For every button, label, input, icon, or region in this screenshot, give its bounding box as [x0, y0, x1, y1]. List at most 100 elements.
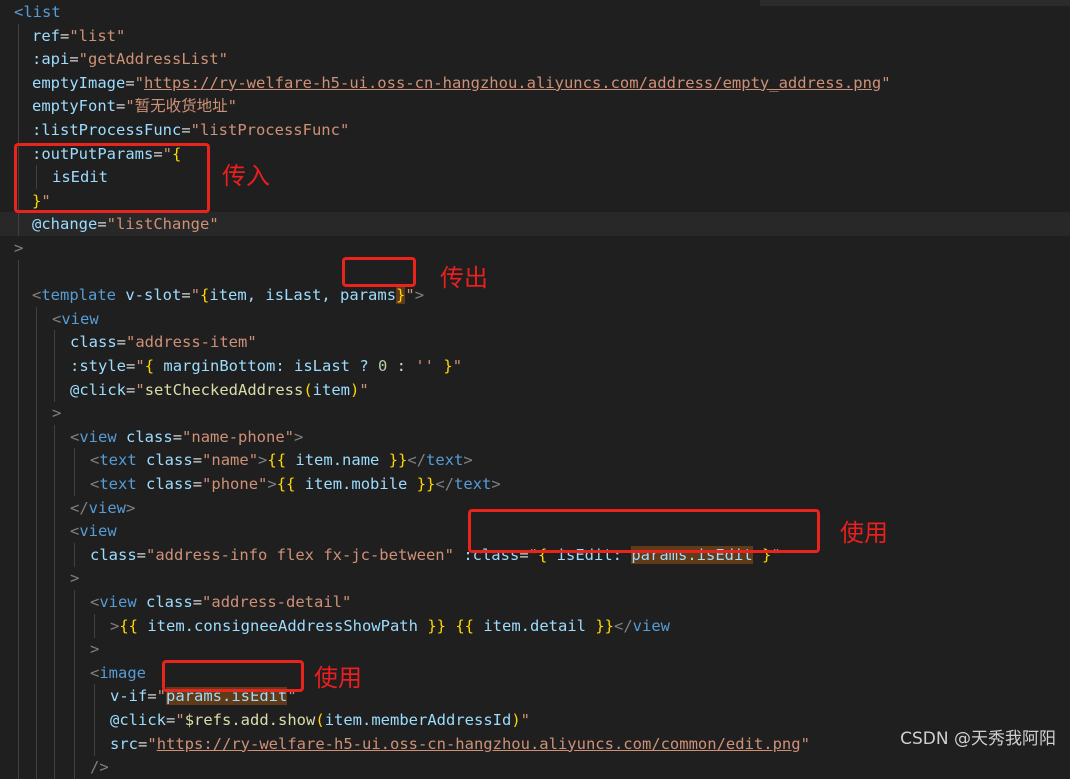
- code-token: list: [23, 3, 61, 21]
- indent-guide: [36, 330, 37, 355]
- indent-guide: [18, 306, 19, 331]
- code-token: <: [52, 309, 62, 328]
- code-token: class: [90, 545, 137, 564]
- code-text: @change="listChange": [32, 212, 219, 236]
- code-line[interactable]: <text class="name">{{ item.name }}</text…: [0, 448, 1070, 473]
- indent-guide: [74, 590, 75, 614]
- code-token: item.consigneeAddressShowPath: [138, 616, 428, 635]
- indent-guide: [36, 566, 37, 591]
- highlight-box-params: [342, 257, 416, 287]
- code-text: <text class="phone">{{ item.mobile }}</t…: [90, 472, 501, 496]
- code-line[interactable]: >: [0, 637, 1070, 662]
- code-text: >: [52, 401, 61, 425]
- code-line[interactable]: <list: [0, 0, 1070, 24]
- code-token: "phone": [202, 475, 268, 493]
- indent-guide: [94, 684, 95, 709]
- code-token: =: [136, 545, 147, 564]
- code-line[interactable]: />: [0, 755, 1070, 779]
- code-line[interactable]: :api="getAddressList": [0, 47, 1070, 72]
- code-text: >: [14, 236, 23, 260]
- code-text: />: [90, 755, 109, 779]
- code-token: >: [14, 239, 24, 257]
- code-token: =: [125, 73, 135, 92]
- code-text: </view>: [70, 496, 135, 520]
- code-text: >: [70, 566, 79, 590]
- indent-guide: [18, 755, 19, 779]
- indent-guide: [54, 424, 55, 449]
- code-line[interactable]: >: [0, 236, 1070, 260]
- code-line[interactable]: ref="list": [0, 23, 1070, 48]
- code-token: (: [303, 380, 313, 399]
- code-token: setCheckedAddress: [144, 380, 304, 399]
- code-text: src="https://ry-welfare-h5-ui.oss-cn-han…: [110, 732, 810, 756]
- code-token: <: [90, 475, 100, 493]
- code-line[interactable]: <text class="phone">{{ item.mobile }}</t…: [0, 472, 1070, 496]
- code-token: >: [414, 286, 425, 305]
- indent-guide: [36, 519, 37, 544]
- indent-guide: [18, 660, 19, 685]
- indent-guide: [18, 94, 19, 119]
- indent-guide: [18, 354, 19, 378]
- code-line[interactable]: <view: [0, 306, 1070, 331]
- code-token: "address-info flex fx-jc-between": [146, 545, 454, 564]
- code-token: }}: [595, 616, 614, 635]
- code-line[interactable]: :listProcessFunc="listProcessFunc": [0, 118, 1070, 142]
- code-line[interactable]: <view class="address-detail": [0, 590, 1070, 614]
- code-line[interactable]: [0, 259, 1070, 284]
- indent-guide: [54, 377, 55, 402]
- code-line[interactable]: >{{ item.consigneeAddressShowPath }} {{ …: [0, 613, 1070, 638]
- code-line[interactable]: >: [0, 401, 1070, 426]
- indent-guide: [18, 23, 19, 48]
- code-token: >: [258, 451, 268, 470]
- code-token: ": [135, 357, 145, 375]
- code-text: @click="setCheckedAddress(item)": [70, 378, 369, 402]
- code-editor[interactable]: <list ref="list":api="getAddressList" empt…: [0, 0, 1070, 779]
- indent-guide: [36, 354, 37, 378]
- indent-guide: [54, 519, 55, 544]
- code-line[interactable]: >: [0, 566, 1070, 591]
- code-token: "address-detail": [202, 593, 352, 611]
- code-text: :listProcessFunc="listProcessFunc": [32, 118, 349, 142]
- code-token: "name-phone": [182, 427, 295, 446]
- indent-guide: [74, 755, 75, 779]
- code-token: view: [61, 309, 99, 328]
- code-line[interactable]: @click="setCheckedAddress(item)": [0, 377, 1070, 402]
- code-token: ): [350, 380, 360, 399]
- indent-guide: [54, 354, 55, 378]
- code-token: ref: [32, 26, 60, 45]
- code-token: item.memberAddressId: [324, 711, 512, 729]
- code-line[interactable]: <view class="name-phone">: [0, 424, 1070, 449]
- code-token: =: [126, 357, 136, 375]
- code-text: <list: [14, 0, 61, 24]
- indent-guide: [18, 47, 19, 72]
- indent-guide: [18, 731, 19, 756]
- code-token: view: [79, 427, 117, 446]
- code-line[interactable]: <image: [0, 660, 1070, 685]
- code-line[interactable]: class="address-item": [0, 330, 1070, 355]
- indent-guide: [18, 613, 19, 638]
- highlight-box-vif: [162, 660, 304, 692]
- code-token: item, isLast,: [209, 286, 341, 305]
- code-token: >: [267, 475, 277, 493]
- code-token: />: [90, 758, 109, 777]
- indent-guide: [18, 259, 19, 284]
- code-line[interactable]: v-if="params.isEdit": [0, 684, 1070, 709]
- indent-guide: [74, 613, 75, 638]
- code-line[interactable]: emptyImage="https://ry-welfare-h5-ui.oss…: [0, 70, 1070, 95]
- code-line[interactable]: :style="{ marginBottom: isLast ? 0 : '' …: [0, 354, 1070, 378]
- code-line[interactable]: <template v-slot="{item, isLast, params}…: [0, 283, 1070, 308]
- code-token: >: [491, 475, 501, 493]
- code-token: >: [294, 427, 304, 446]
- code-line[interactable]: emptyFont="暂无收货地址": [0, 94, 1070, 119]
- code-token: class: [126, 427, 173, 446]
- indent-guide: [94, 731, 95, 756]
- code-token: view: [88, 498, 126, 517]
- indent-guide: [74, 637, 75, 662]
- code-token: ": [175, 711, 185, 729]
- code-token: <: [70, 522, 80, 541]
- indent-guide: [54, 566, 55, 591]
- code-line[interactable]: @change="listChange": [0, 212, 1070, 237]
- code-token: =: [147, 687, 157, 706]
